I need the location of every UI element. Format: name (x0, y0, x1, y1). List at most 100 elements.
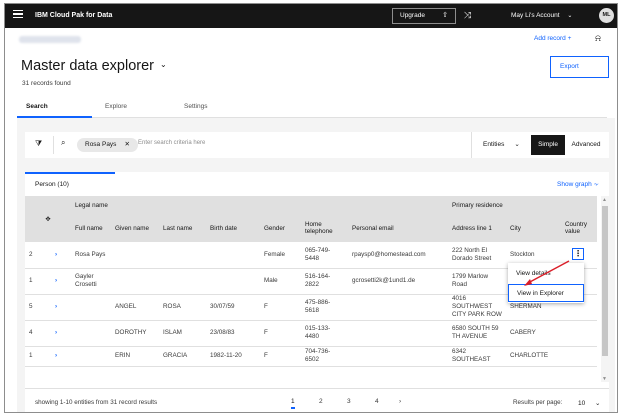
notification-icon[interactable]: ⍾ (595, 33, 601, 44)
share-graph-icon: ⸟ (593, 181, 599, 188)
email-cell: rpaysp0@homestead.com (348, 242, 448, 269)
search-input[interactable]: Enter search criteria here (138, 140, 205, 146)
entities-dropdown[interactable]: Entities ⌄ (483, 140, 520, 148)
telephone-cell: 065-749-5448 (301, 242, 348, 269)
country-cell (561, 320, 598, 347)
results-summary: showing 1-10 entities from 31 record res… (35, 399, 158, 406)
cell-text: Rosa Pays (75, 250, 106, 258)
table-row[interactable]: 1 › ERIN GRACIA 1982-11-20 F 704-736-650… (25, 346, 598, 367)
vertical-scrollbar[interactable]: ▲ ▼ (601, 196, 609, 382)
tab-search[interactable]: Search (26, 103, 48, 110)
export-button[interactable]: Export (550, 56, 609, 78)
table-row[interactable]: 4 › DOROTHY ISLAM 23/08/83 F 015-133-448… (25, 320, 598, 347)
divider (53, 136, 54, 154)
full-name-cell: Gayler Crosetti (71, 268, 111, 295)
show-graph-label: Show graph (557, 181, 592, 188)
add-record-link[interactable]: Add record + (534, 35, 571, 42)
show-graph-link[interactable]: Show graph ⸟ (557, 180, 599, 188)
given-name-cell: DOROTHY (111, 320, 159, 347)
brand-name: IBM Cloud Pak for Data (35, 12, 113, 19)
cell-text: 516-164-2822 (305, 273, 331, 288)
birth-date-cell: 1982-11-20 (206, 346, 260, 367)
address-cell: 6342 SOUTHEAST (448, 346, 506, 367)
expand-row-icon[interactable]: › (51, 268, 71, 295)
menu-item-view-details[interactable]: View details (508, 265, 584, 283)
given-name-cell (111, 268, 159, 295)
email-cell (348, 346, 448, 367)
account-name: May Li's Account (511, 12, 560, 19)
full-name-cell (71, 320, 111, 347)
column-header-home-telephone[interactable]: Home telephone (301, 214, 348, 242)
entity-tab-person[interactable]: Person (10) (25, 172, 115, 196)
column-header-address-line-1[interactable]: Address line 1 (448, 214, 506, 242)
given-name-cell: ERIN (111, 346, 159, 367)
expand-row-icon[interactable]: › (51, 242, 71, 269)
column-header-personal-email[interactable]: Personal email (348, 214, 448, 242)
page-4[interactable]: 4 (375, 398, 379, 405)
scrollbar-thumb[interactable] (602, 206, 608, 356)
record-count-cell: 5 (25, 294, 51, 321)
record-count: 31 records found (22, 80, 71, 87)
hamburger-icon[interactable] (13, 10, 23, 20)
upgrade-button[interactable]: Upgrade ⇧ (392, 8, 456, 24)
tab-settings[interactable]: Settings (184, 103, 208, 110)
cell-text: 4016 SOUTHWEST CITY PARK ROW (452, 295, 502, 318)
upgrade-label: Upgrade (400, 12, 425, 19)
tab-bar: Search Explore Settings (17, 100, 607, 118)
last-name-cell: ISLAM (159, 320, 206, 347)
cell-text: 6342 SOUTHEAST (452, 348, 491, 363)
cell-text: 475-886-5618 (305, 299, 331, 314)
simple-toggle[interactable]: Simple (531, 135, 565, 155)
expand-row-icon[interactable]: › (51, 294, 71, 321)
close-icon[interactable]: ✕ (124, 141, 129, 148)
column-header-country-value[interactable]: Country value (561, 214, 598, 242)
column-header-given-name[interactable]: Given name (111, 214, 159, 242)
next-page-icon[interactable]: › (399, 398, 401, 405)
cell-text: 222 North El Dorado Street (452, 246, 492, 262)
gender-cell: F (260, 320, 301, 347)
column-header-gender[interactable]: Gender (260, 214, 301, 242)
tab-explore[interactable]: Explore (105, 103, 127, 110)
expand-row-icon[interactable]: › (51, 346, 71, 367)
results-per-page-select[interactable]: 10 ⌄ (578, 399, 601, 407)
cell-text: 704-736-6502 (305, 348, 331, 363)
page-title[interactable]: Master data explorer ⌄ (21, 58, 167, 74)
column-header-birth-date[interactable]: Birth date (206, 214, 260, 242)
cell-text: 1799 Marlow Road (452, 273, 489, 288)
account-switcher[interactable]: May Li's Account ⌄ (511, 12, 572, 19)
gender-cell: F (260, 346, 301, 367)
column-header-city[interactable]: City (506, 214, 561, 242)
chevron-down-icon: ⌄ (567, 13, 573, 19)
city-cell: CABERY (506, 320, 561, 347)
switcher-icon[interactable]: ⤨ (464, 10, 471, 21)
record-count-cell: 2 (25, 242, 51, 269)
breadcrumb[interactable] (19, 36, 81, 43)
page-3[interactable]: 3 (347, 398, 351, 405)
birth-date-cell: 30/07/59 (206, 294, 260, 321)
full-name-cell (71, 346, 111, 367)
telephone-cell: 475-886-5618 (301, 294, 348, 321)
menu-item-view-in-explorer[interactable]: View in Explorer (508, 284, 584, 302)
expand-row-icon[interactable]: › (51, 320, 71, 347)
page-1[interactable]: 1 (291, 398, 295, 409)
advanced-toggle[interactable]: Advanced (565, 135, 607, 155)
group-header-primary-residence: Primary residence (448, 196, 598, 214)
column-header-full-name[interactable]: Full name (71, 214, 111, 242)
telephone-cell: 704-736-6502 (301, 346, 348, 367)
avatar[interactable]: ML (599, 8, 614, 23)
filter-icon[interactable]: ⧩ (35, 139, 42, 149)
full-name-cell: Rosa Pays (71, 242, 111, 269)
search-tag[interactable]: Rosa Pays ✕ (77, 138, 138, 152)
last-name-cell (159, 268, 206, 295)
scroll-down-icon[interactable]: ▼ (602, 376, 607, 382)
column-settings-icon[interactable]: ✥ (25, 196, 71, 242)
last-name-cell: GRACIA (159, 346, 206, 367)
city-cell: CHARLOTTE (506, 346, 561, 367)
last-name-cell: ROSA (159, 294, 206, 321)
row-overflow-menu-button[interactable]: ⋮ (572, 248, 584, 260)
telephone-cell: 516-164-2822 (301, 268, 348, 295)
page-2[interactable]: 2 (319, 398, 323, 405)
scroll-up-icon[interactable]: ▲ (602, 197, 607, 203)
column-header-last-name[interactable]: Last name (159, 214, 206, 242)
group-header-legal-name: Legal name (71, 196, 206, 214)
